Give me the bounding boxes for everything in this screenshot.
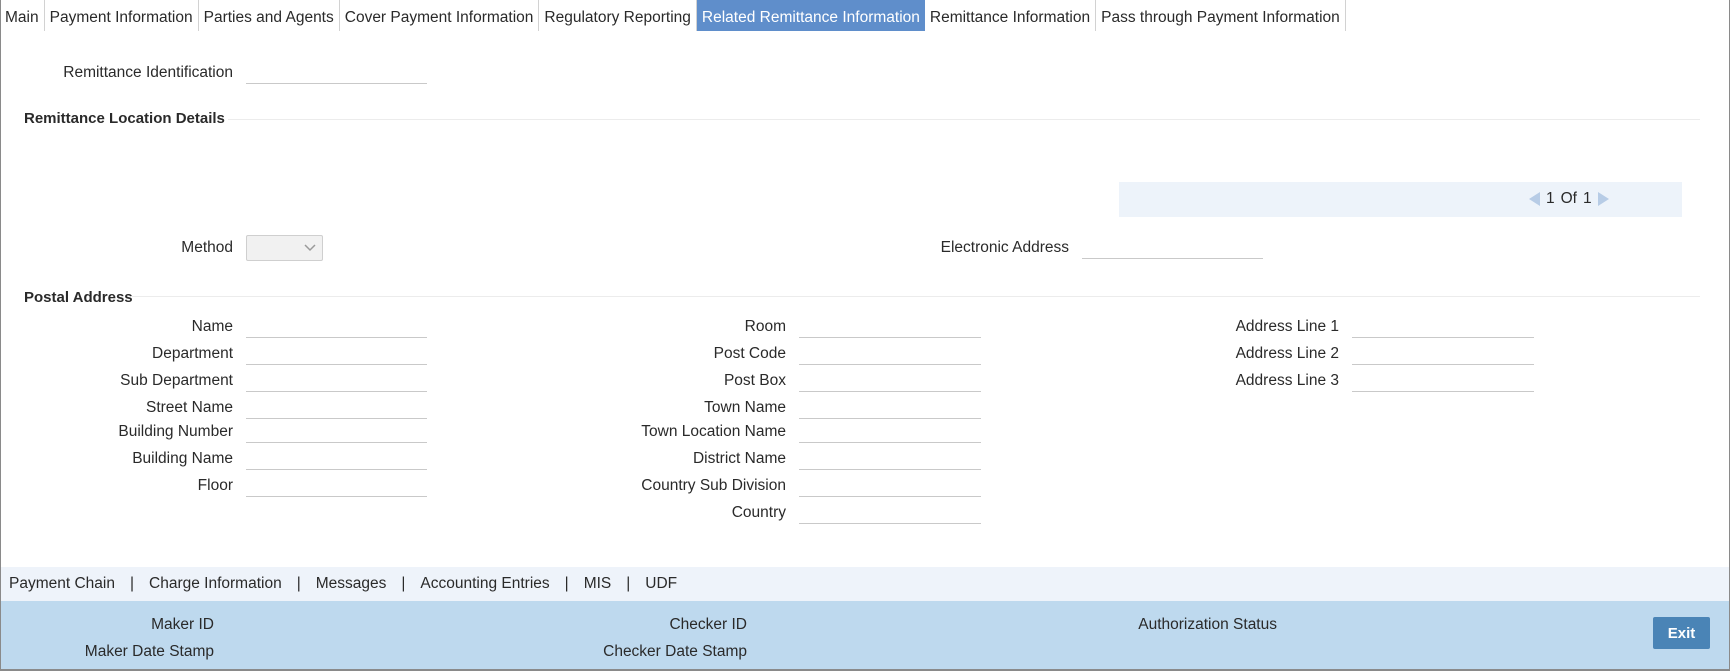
name-field[interactable] (246, 315, 427, 338)
of-label: Of (1560, 190, 1577, 207)
address-line-1-field[interactable] (1352, 315, 1534, 338)
method-label: Method (181, 239, 233, 256)
post-code-label: Post Code (713, 345, 786, 362)
link-separator: | (626, 575, 631, 592)
remittance-identification-field[interactable] (246, 61, 427, 84)
country-field[interactable] (799, 501, 981, 524)
next-page-icon[interactable] (1597, 192, 1609, 206)
remittance-location-details-title: Remittance Location Details (24, 110, 225, 127)
checker-date-stamp-label: Checker Date Stamp (603, 643, 747, 660)
sub-toolbar: Payment Chain | Charge Information | Mes… (1, 567, 1729, 601)
district-name-label: District Name (692, 450, 786, 467)
room-field[interactable] (799, 315, 981, 338)
country-sub-division-label: Country Sub Division (641, 477, 786, 494)
tab-remittance-information[interactable]: Remittance Information (925, 0, 1097, 31)
tab-payment-information[interactable]: Payment Information (45, 0, 199, 31)
section-divider (228, 119, 1700, 120)
floor-field[interactable] (246, 474, 427, 497)
messages-link[interactable]: Messages (316, 575, 387, 593)
chevron-down-icon (304, 244, 316, 252)
tab-pass-through-payment-information[interactable]: Pass through Payment Information (1096, 0, 1346, 31)
address-line-2-label: Address Line 2 (1235, 345, 1339, 362)
previous-page-icon[interactable] (1529, 192, 1540, 206)
electronic-address-label: Electronic Address (940, 239, 1069, 256)
authorization-status-label: Authorization Status (1138, 616, 1277, 633)
post-box-field[interactable] (799, 369, 981, 392)
remittance-identification-label: Remittance Identification (63, 64, 233, 81)
building-number-field[interactable] (246, 420, 427, 443)
building-name-field[interactable] (246, 447, 427, 470)
link-separator: | (564, 575, 569, 592)
town-name-field[interactable] (799, 396, 981, 419)
udf-link[interactable]: UDF (645, 575, 677, 593)
tab-regulatory-reporting[interactable]: Regulatory Reporting (539, 0, 697, 31)
street-name-field[interactable] (246, 396, 427, 419)
name-label: Name (191, 318, 233, 335)
pagination-bar: 1 Of 1 (1119, 182, 1682, 217)
address-line-2-field[interactable] (1352, 342, 1534, 365)
current-page: 1 (1546, 190, 1555, 207)
exit-button[interactable]: Exit (1653, 617, 1710, 649)
tab-parties-and-agents[interactable]: Parties and Agents (199, 0, 340, 31)
room-label: Room (744, 318, 786, 335)
post-box-label: Post Box (723, 372, 786, 389)
district-name-field[interactable] (799, 447, 981, 470)
section-divider (131, 296, 1700, 297)
postal-address-title: Postal Address (24, 289, 133, 306)
building-number-label: Building Number (118, 423, 233, 440)
electronic-address-field[interactable] (1082, 236, 1263, 259)
sub-department-label: Sub Department (120, 372, 233, 389)
country-sub-division-field[interactable] (799, 474, 981, 497)
total-pages: 1 (1583, 190, 1592, 207)
address-line-3-label: Address Line 3 (1235, 372, 1339, 389)
maker-date-stamp-label: Maker Date Stamp (84, 643, 214, 660)
street-name-label: Street Name (145, 399, 233, 416)
department-label: Department (152, 345, 233, 362)
payment-chain-link[interactable]: Payment Chain (9, 575, 115, 593)
tab-main[interactable]: Main (0, 0, 45, 31)
link-separator: | (129, 575, 135, 592)
address-line-3-field[interactable] (1352, 369, 1534, 392)
link-separator: | (401, 575, 406, 592)
address-line-1-label: Address Line 1 (1235, 318, 1339, 335)
building-name-label: Building Name (132, 450, 233, 467)
method-select[interactable] (246, 235, 323, 261)
floor-label: Floor (197, 477, 233, 494)
checker-id-label: Checker ID (669, 616, 747, 633)
country-label: Country (731, 504, 786, 521)
link-separator: | (296, 575, 301, 592)
charge-information-link[interactable]: Charge Information (149, 575, 282, 593)
town-name-label: Town Name (704, 399, 786, 416)
accounting-entries-link[interactable]: Accounting Entries (420, 575, 549, 593)
mis-link[interactable]: MIS (584, 575, 612, 593)
tab-related-remittance-information[interactable]: Related Remittance Information (696, 0, 925, 31)
department-field[interactable] (246, 342, 427, 365)
post-code-field[interactable] (799, 342, 981, 365)
maker-id-label: Maker ID (151, 616, 214, 633)
sub-department-field[interactable] (246, 369, 427, 392)
tab-cover-payment-information[interactable]: Cover Payment Information (340, 0, 540, 31)
audit-bar (1, 601, 1729, 669)
tab-bar: Main Payment Information Parties and Age… (0, 0, 1346, 31)
town-location-name-label: Town Location Name (641, 423, 786, 440)
town-location-name-field[interactable] (799, 420, 981, 443)
